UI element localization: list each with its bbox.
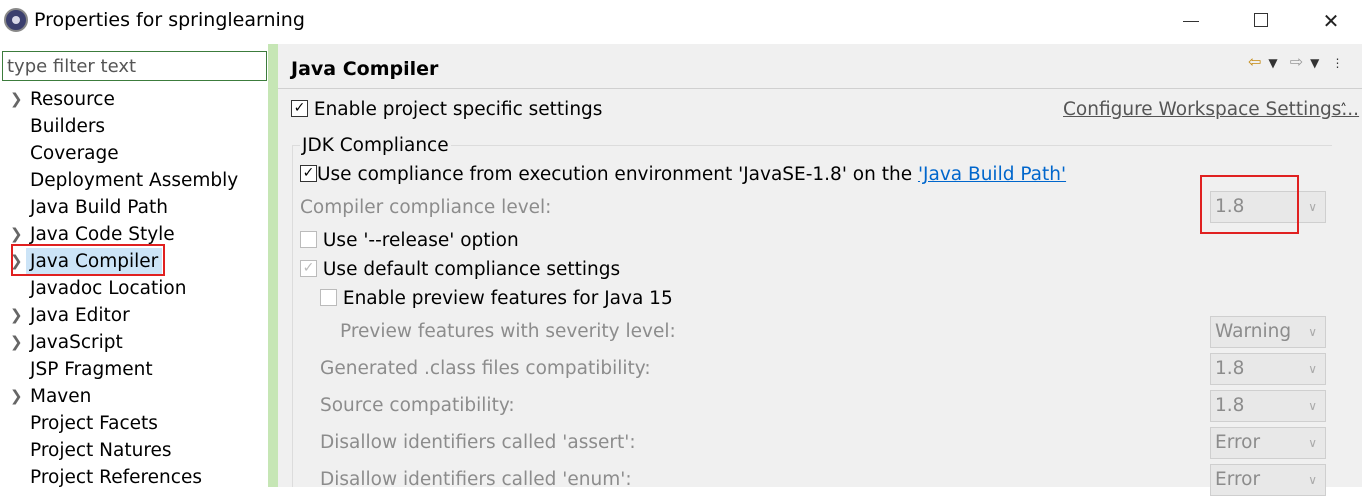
group-border-left <box>292 145 293 487</box>
tree-item-label: JavaScript <box>30 332 123 353</box>
enum-ident-select[interactable]: Error ∨ <box>1210 464 1326 496</box>
group-title: JDK Compliance <box>300 135 451 156</box>
tree-item-label: Coverage <box>30 143 119 164</box>
tree-item-java-editor[interactable]: ❯ Java Editor <box>0 302 274 329</box>
tree-item-label: Java Editor <box>30 305 130 326</box>
page-title: Java Compiler <box>291 58 439 80</box>
combo-value: 1.8 <box>1215 358 1245 379</box>
chevron-right-icon[interactable]: ❯ <box>10 248 23 275</box>
release-option-label: Use '--release' option <box>322 230 519 251</box>
compliance-level-label: Compiler compliance level: <box>300 197 552 218</box>
maximize-icon <box>1254 13 1268 27</box>
use-compliance-checkbox[interactable]: ✓ <box>300 164 317 182</box>
assert-ident-select[interactable]: Error ∨ <box>1210 427 1326 459</box>
title-bar: Properties for springlearning ✕ <box>0 0 1362 44</box>
tree-item-java-build-path[interactable]: Java Build Path <box>0 194 274 221</box>
preview-features-label: Enable preview features for Java 15 <box>342 288 673 309</box>
chevron-down-icon: ∨ <box>1308 436 1317 450</box>
content-panel: Java Compiler ⇦ ▼ ⇨ ▼ ⋮ ✓ Enable project s… <box>278 44 1362 496</box>
combo-value: 1.8 <box>1215 395 1245 416</box>
tree-item-label: JSP Fragment <box>30 359 153 380</box>
forward-dropdown-icon[interactable]: ▼ <box>1310 56 1319 70</box>
page-nav-toolbar: ⇦ ▼ ⇨ ▼ ⋮ <box>1248 52 1350 71</box>
view-menu-icon[interactable]: ⋮ <box>1331 56 1343 70</box>
tree-item-label: Project Facets <box>30 413 158 434</box>
chevron-down-icon: ∨ <box>1308 399 1317 413</box>
window-title: Properties for springlearning <box>34 9 305 31</box>
configure-workspace-link[interactable]: Configure Workspace Settings... <box>1063 99 1359 120</box>
maximize-button[interactable] <box>1238 6 1284 36</box>
chevron-right-icon[interactable]: ❯ <box>10 329 23 356</box>
combo-value: 1.8 <box>1215 196 1245 217</box>
combo-value: Warning <box>1215 321 1292 342</box>
close-button[interactable]: ✕ <box>1308 6 1354 36</box>
tree-item-maven[interactable]: ❯ Maven <box>0 383 274 410</box>
minimize-icon <box>1183 21 1199 22</box>
back-dropdown-icon[interactable]: ▼ <box>1268 56 1277 70</box>
use-compliance-label: Use compliance from execution environmen… <box>317 164 918 185</box>
enable-specific-row[interactable]: ✓ Enable project specific settings <box>291 99 602 120</box>
tree-item-resource[interactable]: ❯ Resource <box>0 86 274 113</box>
tree-item-label: Resource <box>30 89 115 110</box>
default-compliance-checkbox[interactable]: ✓ <box>300 259 317 277</box>
preview-severity-select[interactable]: Warning ∨ <box>1210 316 1326 348</box>
tree-item-javadoc-location[interactable]: Javadoc Location <box>0 275 274 302</box>
forward-arrow-icon[interactable]: ⇨ <box>1290 52 1303 71</box>
chevron-right-icon[interactable]: ❯ <box>10 383 23 410</box>
tree-item-label: Builders <box>30 116 106 137</box>
class-compat-label: Generated .class files compatibility: <box>320 358 651 379</box>
combo-value: Error <box>1215 432 1261 453</box>
chevron-down-icon: ∨ <box>1308 362 1317 376</box>
panel-splitter[interactable] <box>268 44 278 487</box>
java-build-path-link[interactable]: 'Java Build Path' <box>918 164 1066 185</box>
tree-item-java-compiler[interactable]: ❯ Java Compiler <box>0 244 274 276</box>
chevron-right-icon[interactable]: ❯ <box>10 302 23 329</box>
default-compliance-row[interactable]: ✓ Use default compliance settings <box>300 259 620 280</box>
chevron-right-icon[interactable]: ❯ <box>10 86 23 113</box>
use-compliance-row[interactable]: ✓ Use compliance from execution environme… <box>300 164 1066 185</box>
eclipse-icon <box>4 8 28 32</box>
preview-features-checkbox[interactable] <box>320 288 337 306</box>
tree-item-deployment-assembly[interactable]: Deployment Assembly <box>0 167 274 194</box>
scroll-up-icon[interactable]: ˄ <box>1340 102 1347 118</box>
minimize-button[interactable] <box>1168 6 1214 36</box>
filter-input[interactable] <box>2 51 267 81</box>
release-option-checkbox[interactable] <box>300 230 317 248</box>
tree-item-label: Deployment Assembly <box>30 170 239 191</box>
assert-ident-label: Disallow identifiers called 'assert': <box>320 432 636 453</box>
tree-item-java-code-style[interactable]: ❯ Java Code Style <box>0 221 274 248</box>
tree-item-coverage[interactable]: Coverage <box>0 140 274 167</box>
default-compliance-label: Use default compliance settings <box>322 259 621 280</box>
chevron-down-icon: ∨ <box>1308 200 1317 214</box>
tree-item-builders[interactable]: Builders <box>0 113 274 140</box>
tree-item-label: Maven <box>30 386 92 407</box>
scrollbar[interactable] <box>1336 124 1360 487</box>
chevron-down-icon: ∨ <box>1308 473 1317 487</box>
back-arrow-icon[interactable]: ⇦ <box>1248 52 1261 71</box>
divider <box>278 88 1362 89</box>
enable-specific-label: Enable project specific settings <box>313 99 603 120</box>
release-option-row[interactable]: Use '--release' option <box>300 230 519 251</box>
left-panel: ❯ Resource Builders Coverage Deployment A… <box>0 44 274 488</box>
tree-item-label: Java Code Style <box>30 224 175 245</box>
tree-item-project-natures[interactable]: Project Natures <box>0 437 274 464</box>
class-compat-select[interactable]: 1.8 ∨ <box>1210 353 1326 385</box>
source-compat-select[interactable]: 1.8 ∨ <box>1210 390 1326 422</box>
preview-features-row[interactable]: Enable preview features for Java 15 <box>320 288 673 309</box>
property-tree: ❯ Resource Builders Coverage Deployment A… <box>0 86 274 491</box>
tree-item-label: Project Natures <box>30 440 172 461</box>
tree-item-javascript[interactable]: ❯ JavaScript <box>0 329 274 356</box>
tree-item-jsp-fragment[interactable]: JSP Fragment <box>0 356 274 383</box>
tree-item-label: Javadoc Location <box>30 278 187 299</box>
preview-severity-label: Preview features with severity level: <box>340 321 676 342</box>
chevron-down-icon: ∨ <box>1308 325 1317 339</box>
source-compat-label: Source compatibility: <box>320 395 515 416</box>
enable-specific-checkbox[interactable]: ✓ <box>291 99 308 117</box>
tree-item-label: Java Compiler <box>26 248 163 275</box>
tree-item-project-facets[interactable]: Project Facets <box>0 410 274 437</box>
compliance-level-select[interactable]: 1.8 ∨ <box>1210 191 1326 223</box>
chevron-right-icon[interactable]: ❯ <box>10 221 23 248</box>
tree-item-label: Java Build Path <box>30 197 168 218</box>
